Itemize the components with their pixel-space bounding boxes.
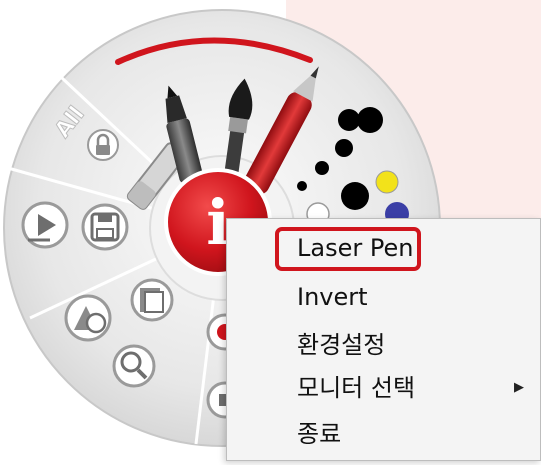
menu-item-label: Invert [297,283,368,311]
pen-size-dot-4[interactable] [338,109,360,131]
menu-item-monitor-select[interactable]: 모니터 선택 ▶ [227,365,541,411]
play-screen-icon[interactable] [21,201,69,249]
pen-size-dot-3[interactable] [335,139,353,157]
menu-item-label: 환경설정 [297,331,386,359]
save-icon[interactable] [81,203,129,251]
pen-size-dot-2[interactable] [315,161,329,175]
menu-item-settings[interactable]: 환경설정 [227,322,541,368]
menu-item-label: 종료 [297,420,342,448]
lock-icon[interactable] [87,129,119,161]
pen-color-yellow[interactable] [375,170,399,194]
screen: All i Laser Pen Invert 환경설정 모니터 선택 ▶ 종료 [0,0,541,461]
pen-size-dot-6[interactable] [341,182,369,210]
open-folder-icon[interactable] [130,278,174,322]
zoom-icon[interactable] [112,344,156,388]
context-menu: Laser Pen Invert 환경설정 모니터 선택 ▶ 종료 [226,218,541,461]
submenu-arrow-icon: ▶ [514,380,524,395]
menu-item-exit[interactable]: 종료 [227,411,541,457]
shapes-icon[interactable] [64,294,112,342]
pen-size-dot-1[interactable] [297,181,307,191]
menu-item-laser-pen[interactable]: Laser Pen [227,225,541,271]
menu-item-invert[interactable]: Invert [227,274,541,320]
pen-size-dot-5[interactable] [357,107,383,133]
menu-item-label: 모니터 선택 [297,374,416,402]
menu-item-label: Laser Pen [297,234,414,262]
